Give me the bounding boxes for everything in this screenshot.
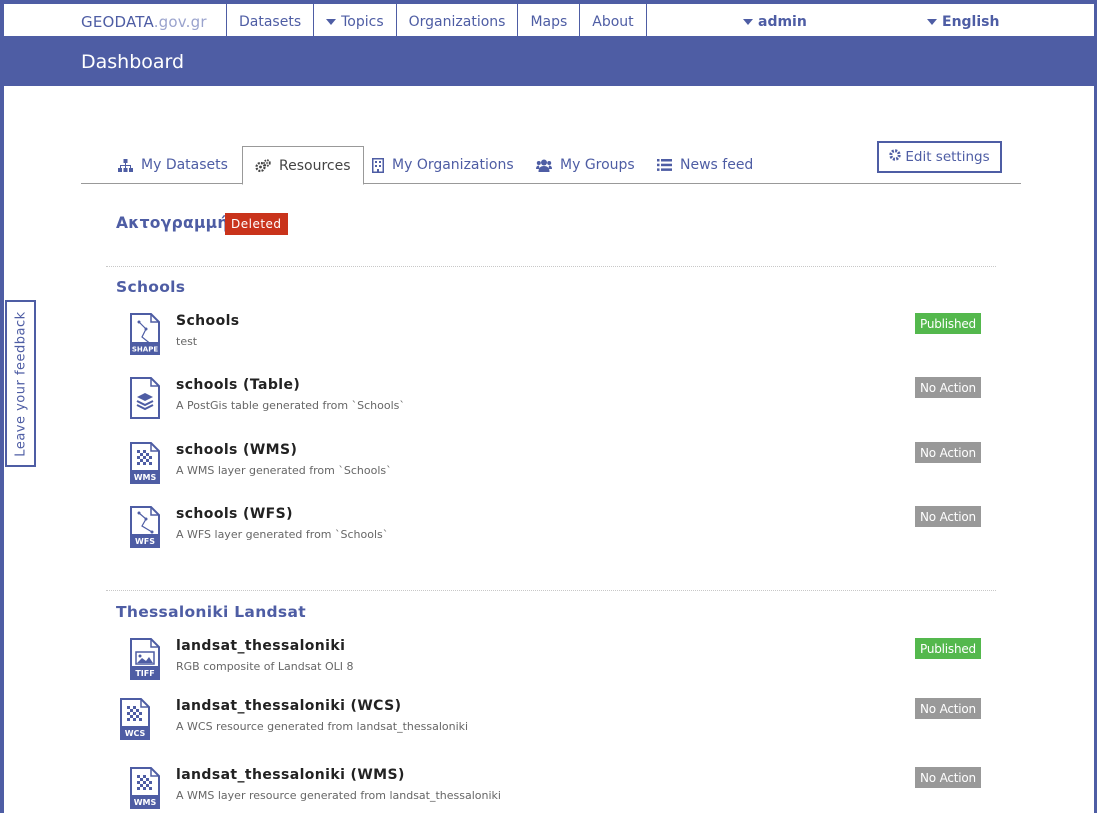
- group-divider: [106, 266, 996, 267]
- caret-down-icon: [743, 18, 753, 25]
- wcs-file-icon: WCS: [120, 698, 154, 742]
- resource-description: A WCS resource generated from landsat_th…: [176, 720, 469, 733]
- resource-description: test: [176, 335, 198, 348]
- status-badge: No Action: [915, 698, 981, 719]
- tab-my-organizations[interactable]: My Organizations: [372, 146, 514, 184]
- user-name: admin: [758, 13, 807, 30]
- users-icon: [536, 159, 552, 172]
- nav-organizations[interactable]: Organizations: [397, 4, 519, 39]
- table-file-icon: [130, 377, 164, 421]
- status-badge: No Action: [915, 442, 981, 463]
- tab-news-feed[interactable]: News feed: [657, 146, 753, 184]
- resource-name[interactable]: Schools: [176, 313, 240, 329]
- resource-item[interactable]: TIFF landsat_thessaloniki RGB composite …: [116, 638, 986, 688]
- nav-topics[interactable]: Topics: [314, 4, 397, 39]
- svg-text:TIFF: TIFF: [135, 669, 154, 678]
- svg-text:WMS: WMS: [134, 798, 157, 807]
- resource-description: RGB composite of Landsat OLI 8: [176, 660, 354, 673]
- site-logo[interactable]: GEODATA.gov.gr: [81, 13, 207, 31]
- caret-down-icon: [927, 18, 937, 25]
- shape-file-icon: SHAPE: [130, 313, 164, 357]
- nav-maps[interactable]: Maps: [518, 4, 581, 39]
- group-title[interactable]: Schools: [116, 278, 185, 296]
- page-title: Dashboard: [81, 51, 185, 73]
- resource-name[interactable]: landsat_thessaloniki (WMS): [176, 767, 405, 783]
- resource-item[interactable]: SHAPE Schools test Published: [116, 313, 986, 363]
- page-header: Dashboard: [4, 36, 1094, 86]
- wms-file-icon: WMS: [130, 442, 164, 486]
- group-title[interactable]: Thessaloniki Landsat: [116, 603, 306, 621]
- resource-item[interactable]: WCS landsat_thessaloniki (WCS) A WCS res…: [116, 698, 986, 748]
- resource-name[interactable]: schools (WFS): [176, 506, 293, 522]
- svg-text:WCS: WCS: [125, 729, 146, 738]
- group-divider: [106, 590, 996, 591]
- language-label: English: [942, 13, 1000, 30]
- resource-item[interactable]: WFS schools (WFS) A WFS layer generated …: [116, 506, 986, 556]
- group-title[interactable]: Ακτογραμμή: [116, 214, 229, 232]
- status-badge: Published: [915, 313, 981, 334]
- tab-my-groups[interactable]: My Groups: [536, 146, 635, 184]
- gear-icon: [889, 149, 902, 165]
- tab-my-datasets-label: My Datasets: [141, 157, 228, 173]
- feedback-label: Leave your feedback: [13, 310, 28, 457]
- resource-name[interactable]: schools (WMS): [176, 442, 297, 458]
- tab-resources-label: Resources: [279, 157, 351, 174]
- status-badge: No Action: [915, 377, 981, 398]
- resource-description: A WFS layer generated from `Schools`: [176, 528, 389, 541]
- tab-resources[interactable]: Resources: [242, 146, 364, 185]
- tab-news-feed-label: News feed: [680, 157, 754, 173]
- resource-description: A PostGis table generated from `Schools`: [176, 399, 405, 412]
- resource-name[interactable]: landsat_thessaloniki (WCS): [176, 698, 401, 714]
- resource-name[interactable]: schools (Table): [176, 377, 300, 393]
- resource-name[interactable]: landsat_thessaloniki: [176, 638, 345, 654]
- caret-down-icon: [326, 18, 337, 25]
- gears-icon: [255, 158, 271, 173]
- language-menu[interactable]: English: [927, 4, 999, 39]
- main-menu: Datasets Topics Organizations Maps About: [226, 4, 647, 39]
- resource-item[interactable]: schools (Table) A PostGis table generate…: [116, 377, 986, 427]
- svg-text:WMS: WMS: [134, 473, 157, 482]
- user-menu[interactable]: admin: [743, 4, 807, 39]
- list-icon: [657, 159, 672, 171]
- top-navbar: GEODATA.gov.gr Datasets Topics Organizat…: [4, 0, 1094, 40]
- building-icon: [372, 157, 384, 173]
- nav-topics-label: Topics: [341, 13, 384, 30]
- brand-main: GEODATA: [81, 13, 154, 31]
- svg-text:SHAPE: SHAPE: [132, 346, 158, 354]
- tiff-file-icon: TIFF: [130, 638, 164, 682]
- resource-item[interactable]: WMS schools (WMS) A WMS layer generated …: [116, 442, 986, 492]
- deleted-badge: Deleted: [225, 213, 288, 235]
- edit-settings-button[interactable]: Edit settings: [877, 141, 1002, 173]
- tab-my-organizations-label: My Organizations: [392, 157, 514, 173]
- status-badge: No Action: [915, 767, 981, 788]
- resource-description: A WMS layer resource generated from land…: [176, 789, 501, 802]
- resource-description: A WMS layer generated from `Schools`: [176, 464, 392, 477]
- nav-about[interactable]: About: [580, 4, 647, 39]
- status-badge: Published: [915, 638, 981, 659]
- brand-suffix: .gov.gr: [153, 13, 207, 31]
- tab-my-datasets[interactable]: My Datasets: [118, 146, 228, 184]
- tab-my-groups-label: My Groups: [560, 157, 635, 173]
- status-badge: No Action: [915, 506, 981, 527]
- edit-settings-label: Edit settings: [905, 149, 990, 165]
- sitemap-icon: [118, 158, 133, 172]
- resource-item[interactable]: WMS landsat_thessaloniki (WMS) A WMS lay…: [116, 767, 986, 813]
- feedback-tab[interactable]: Leave your feedback: [5, 300, 36, 467]
- nav-datasets[interactable]: Datasets: [227, 4, 315, 39]
- svg-text:WFS: WFS: [135, 537, 155, 546]
- wms-file-icon: WMS: [130, 767, 164, 811]
- wfs-file-icon: WFS: [130, 506, 164, 550]
